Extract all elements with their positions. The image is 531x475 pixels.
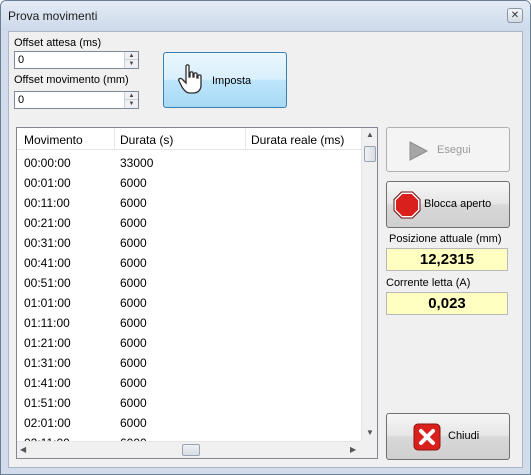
scroll-right-icon[interactable]: ▶ [350, 445, 356, 454]
horizontal-scrollbar[interactable]: ◀ ▶ [17, 441, 361, 458]
cell-duration: 6000 [120, 196, 147, 210]
scrollbar-corner [361, 441, 377, 458]
cell-duration: 6000 [120, 276, 147, 290]
spin-down-icon[interactable]: ▼ [125, 100, 138, 108]
current-label: Corrente letta (A) [386, 277, 471, 289]
table-row[interactable]: 01:01:00 6000 [17, 293, 361, 313]
position-label: Posizione attuale (mm) [389, 233, 502, 245]
set-button[interactable]: Imposta [163, 52, 287, 108]
lock-open-button-label: Blocca aperto [424, 198, 492, 210]
stepper-arrows: ▲ ▼ [124, 52, 138, 68]
table-row[interactable]: 00:51:00 6000 [17, 273, 361, 293]
cell-movement: 01:11:00 [24, 316, 70, 330]
spin-up-icon[interactable]: ▲ [125, 92, 138, 100]
cell-duration: 6000 [120, 236, 147, 250]
cell-movement: 00:21:00 [24, 216, 71, 230]
table-row[interactable]: 01:41:00 6000 [17, 373, 361, 393]
stop-sign-icon [393, 191, 421, 219]
cell-movement: 00:11:00 [24, 196, 70, 210]
cell-duration: 6000 [120, 416, 147, 430]
vertical-scroll-thumb[interactable] [364, 146, 376, 162]
window-close-button[interactable]: ✕ [507, 8, 523, 23]
offset-wait-stepper[interactable]: 0 ▲ ▼ [14, 51, 139, 69]
offset-move-label: Offset movimento (mm) [14, 74, 129, 86]
position-readout: 12,2315 [386, 248, 508, 271]
cell-movement: 00:01:00 [24, 176, 71, 190]
offset-move-stepper[interactable]: 0 ▲ ▼ [14, 91, 139, 109]
cell-duration: 6000 [120, 396, 147, 410]
close-icon: ✕ [510, 10, 520, 21]
spin-down-icon[interactable]: ▼ [125, 60, 138, 68]
cell-duration: 6000 [120, 356, 147, 370]
cell-movement: 01:01:00 [24, 296, 71, 310]
dialog-window: Prova movimenti ✕ Offset attesa (ms) 0 ▲… [0, 0, 531, 475]
title-bar[interactable]: Prova movimenti ✕ [1, 1, 530, 31]
execute-button[interactable]: Esegui [386, 127, 510, 172]
table-row[interactable]: 00:00:00 33000 [17, 153, 361, 173]
table-row[interactable]: 02:01:00 6000 [17, 413, 361, 433]
table-body: 00:00:00 33000 00:01:00 6000 00:11:00 6000 00:… [17, 153, 361, 453]
cell-movement: 00:51:00 [24, 276, 71, 290]
cell-movement: 01:51:00 [24, 396, 71, 410]
stepper-arrows: ▲ ▼ [124, 92, 138, 108]
table-row[interactable]: 00:31:00 6000 [17, 233, 361, 253]
cell-duration: 6000 [120, 336, 147, 350]
table-row[interactable]: 01:21:00 6000 [17, 333, 361, 353]
cell-movement: 00:31:00 [24, 236, 71, 250]
table-row[interactable]: 00:11:00 6000 [17, 193, 361, 213]
table-row[interactable]: 01:11:00 6000 [17, 313, 361, 333]
cell-movement: 01:21:00 [24, 336, 71, 350]
current-readout: 0,023 [386, 292, 508, 315]
cell-duration: 6000 [120, 296, 147, 310]
column-divider[interactable] [114, 128, 115, 150]
table-row[interactable]: 00:41:00 6000 [17, 253, 361, 273]
execute-button-label: Esegui [437, 144, 471, 156]
scroll-up-icon[interactable]: ▲ [366, 130, 374, 139]
table-header: Movimento Durata (s) Durata reale (ms) [17, 128, 361, 150]
spin-up-icon[interactable]: ▲ [125, 52, 138, 60]
scroll-left-icon[interactable]: ◀ [20, 445, 26, 454]
column-header-duration[interactable]: Durata (s) [120, 133, 173, 147]
column-divider[interactable] [245, 128, 246, 150]
cell-movement: 00:00:00 [24, 156, 71, 170]
red-x-icon [413, 423, 441, 451]
cell-duration: 6000 [120, 376, 147, 390]
column-header-movement[interactable]: Movimento [24, 133, 83, 147]
vertical-scrollbar[interactable]: ▲ ▼ [361, 128, 377, 441]
table-row[interactable]: 01:31:00 6000 [17, 353, 361, 373]
scroll-down-icon[interactable]: ▼ [366, 428, 374, 437]
lock-open-button[interactable]: Blocca aperto [386, 181, 510, 228]
table-row[interactable]: 00:01:00 6000 [17, 173, 361, 193]
cell-movement: 01:41:00 [24, 376, 71, 390]
cell-duration: 6000 [120, 216, 147, 230]
cell-movement: 00:41:00 [24, 256, 71, 270]
column-header-real-duration[interactable]: Durata reale (ms) [251, 133, 344, 147]
cell-duration: 6000 [120, 176, 147, 190]
hand-pointer-icon [178, 64, 202, 94]
offset-wait-label: Offset attesa (ms) [14, 37, 102, 49]
horizontal-scroll-thumb[interactable] [182, 444, 200, 456]
dialog-client-area: Offset attesa (ms) 0 ▲ ▼ Offset moviment… [8, 31, 523, 468]
window-title: Prova movimenti [8, 9, 98, 23]
table-row[interactable]: 01:51:00 6000 [17, 393, 361, 413]
close-button[interactable]: Chiudi [386, 413, 510, 460]
table-row[interactable]: 00:21:00 6000 [17, 213, 361, 233]
movements-table[interactable]: Movimento Durata (s) Durata reale (ms) 0… [16, 127, 378, 459]
close-button-label: Chiudi [448, 430, 480, 442]
set-button-label: Imposta [212, 75, 252, 87]
cell-duration: 33000 [120, 156, 154, 170]
cell-duration: 6000 [120, 256, 147, 270]
play-icon [409, 141, 429, 161]
offset-move-value: 0 [18, 94, 25, 106]
cell-movement: 01:31:00 [24, 356, 71, 370]
cell-movement: 02:01:00 [24, 416, 71, 430]
cell-duration: 6000 [120, 316, 147, 330]
offset-wait-value: 0 [18, 54, 25, 66]
